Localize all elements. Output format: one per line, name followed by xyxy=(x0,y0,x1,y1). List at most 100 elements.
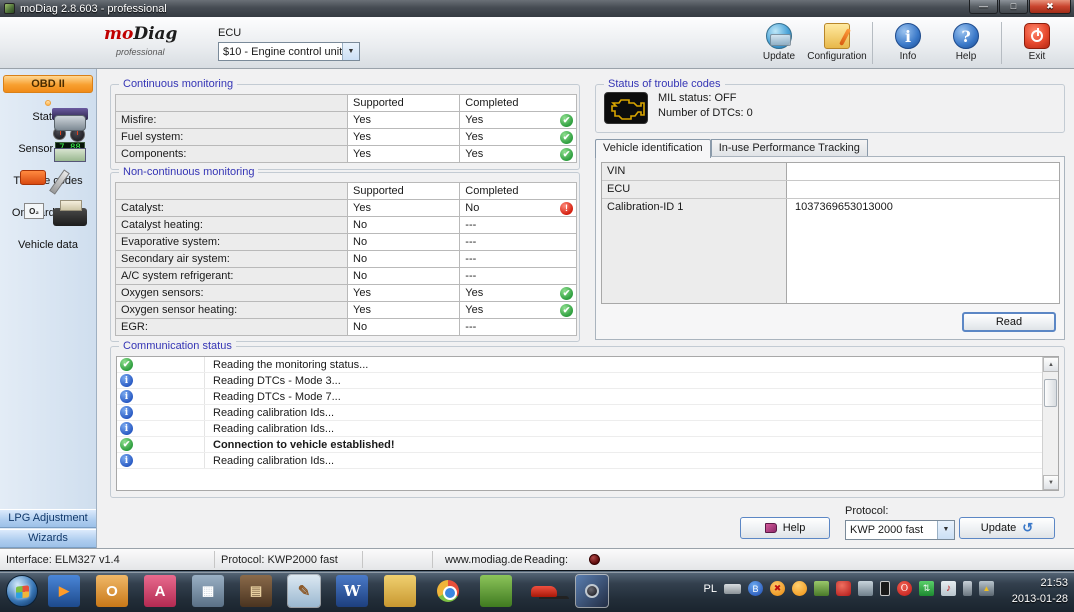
column-header-completed: Completed xyxy=(460,183,577,200)
language-indicator[interactable]: PL xyxy=(704,581,717,596)
scrollbar-thumb[interactable] xyxy=(1044,379,1057,407)
paint-icon[interactable]: ✎ xyxy=(288,575,320,607)
monitoring-row: Components: Yes Yes xyxy=(116,146,577,163)
bluetooth-icon[interactable]: B xyxy=(748,581,763,596)
green-app-icon[interactable] xyxy=(814,581,829,596)
chrome-icon[interactable] xyxy=(432,575,464,607)
statusbar-protocol: Protocol: KWP2000 fast xyxy=(215,551,363,568)
network-warning-icon[interactable]: ▲ xyxy=(979,581,994,596)
info-button[interactable]: i Info xyxy=(879,20,937,66)
close-button[interactable]: ✖ xyxy=(1029,0,1071,14)
modiag-window: moDiag 2.8.603 - professional — □ ✖ moDi… xyxy=(0,0,1074,612)
fuel-app-icon[interactable] xyxy=(480,575,512,607)
update-notifier-icon[interactable] xyxy=(792,581,807,596)
statusbar-reading-label: Reading: xyxy=(524,554,568,566)
chevron-down-icon[interactable]: ▼ xyxy=(937,521,954,539)
access-icon[interactable]: A xyxy=(144,575,176,607)
power-plug-icon[interactable] xyxy=(963,581,972,596)
log-status-icon xyxy=(120,390,133,403)
statusbar-interface: Interface: ELM327 v1.4 xyxy=(0,551,215,568)
statusbar-website: www.modiag.de xyxy=(445,554,523,566)
log-row: Reading calibration Ids... xyxy=(117,405,1058,421)
tab-vehicle-identification[interactable]: Vehicle identification xyxy=(595,139,711,158)
monitoring-row: Secondary air system: No --- xyxy=(116,251,577,268)
dtc-count-text: Number of DTCs: 0 xyxy=(658,106,753,121)
log-row: Reading the monitoring status... xyxy=(117,357,1058,373)
sidebar-button-lpg-adjustment[interactable]: LPG Adjustment xyxy=(0,509,96,528)
start-button[interactable] xyxy=(6,575,38,607)
group-title: Communication status xyxy=(119,340,236,352)
group-title: Non-continuous monitoring xyxy=(119,166,258,178)
trouble-codes-status-group: Status of trouble codes MIL status: OFF … xyxy=(595,84,1065,133)
non-continuous-monitoring-table: Supported Completed Catalyst: Yes No Cat… xyxy=(115,182,577,336)
explorer-icon[interactable] xyxy=(384,575,416,607)
protocol-dropdown-value: KWP 2000 fast xyxy=(846,524,937,536)
protocol-label: Protocol: xyxy=(845,505,888,517)
taskbar-clock[interactable]: 21:53 2013-01-28 xyxy=(1012,575,1068,607)
ecu-dropdown[interactable]: $10 - Engine control unit ▼ xyxy=(218,42,360,61)
keyboard-icon[interactable] xyxy=(724,584,741,594)
update-globe-icon xyxy=(766,23,792,49)
log-row: Reading calibration Ids... xyxy=(117,453,1058,469)
update-button[interactable]: Update xyxy=(750,20,808,66)
winrar-icon[interactable]: ▤ xyxy=(240,575,272,607)
maximize-button[interactable]: □ xyxy=(999,0,1028,14)
media-player-icon[interactable]: ▶ xyxy=(48,575,80,607)
battery-icon[interactable] xyxy=(880,581,890,596)
sidebar-item-trouble-codes[interactable]: Trouble codes xyxy=(0,161,96,187)
column-header-supported: Supported xyxy=(348,95,460,112)
scroll-down-icon[interactable]: ▼ xyxy=(1043,475,1059,490)
configuration-button[interactable]: Configuration xyxy=(808,20,866,66)
protocol-dropdown[interactable]: KWP 2000 fast ▼ xyxy=(845,520,955,540)
log-status-icon xyxy=(120,454,133,467)
vehicle-id-row: Calibration-ID 1 1037369653013000 xyxy=(602,199,1059,303)
log-row: Connection to vehicle established! xyxy=(117,437,1058,453)
help-bottom-button[interactable]: Help xyxy=(740,517,830,539)
opera-icon[interactable]: O xyxy=(897,581,912,596)
sidebar-button-wizards[interactable]: Wizards xyxy=(0,529,96,548)
log-row: Reading DTCs - Mode 7... xyxy=(117,389,1058,405)
continuous-monitoring-table: Supported Completed Misfire: Yes Yes Fue… xyxy=(115,94,577,163)
monitoring-row: Misfire: Yes Yes xyxy=(116,112,577,129)
group-title: Status of trouble codes xyxy=(604,78,725,90)
sidebar: OBD II Status 7,88 Sensor data Trouble c… xyxy=(0,69,97,548)
display-icon[interactable] xyxy=(858,581,873,596)
word-icon[interactable]: W xyxy=(336,575,368,607)
clock-date: 2013-01-28 xyxy=(1012,591,1068,607)
vertical-scrollbar[interactable]: ▲ ▼ xyxy=(1042,357,1058,490)
windows-flag-icon xyxy=(16,585,29,598)
minimize-button[interactable]: — xyxy=(969,0,998,14)
ecu-label: ECU xyxy=(218,27,360,39)
monitoring-row: Fuel system: Yes Yes xyxy=(116,129,577,146)
ecu-dropdown-value: $10 - Engine control unit xyxy=(219,46,342,58)
vehicle-id-row: VIN xyxy=(602,163,1059,181)
toolbar-separator xyxy=(1001,22,1002,64)
scroll-up-icon[interactable]: ▲ xyxy=(1043,357,1059,372)
volume-icon[interactable]: ♪ xyxy=(941,581,956,596)
car-app-icon[interactable] xyxy=(528,575,560,607)
window-title: moDiag 2.8.603 - professional xyxy=(20,3,167,15)
monitoring-row: Oxygen sensor heating: Yes Yes xyxy=(116,302,577,319)
outlook-icon[interactable]: O xyxy=(96,575,128,607)
help-button[interactable]: ? Help xyxy=(937,20,995,66)
read-button[interactable]: Read xyxy=(962,312,1056,332)
vehicle-identification-panel: VIN ECU Calibration-ID 1 103736965301300… xyxy=(595,156,1065,340)
sidebar-item-vehicle-data[interactable]: Vehicle data xyxy=(0,225,96,251)
log-status-icon xyxy=(120,438,133,451)
antivirus-icon[interactable] xyxy=(836,581,851,596)
network-traffic-icon[interactable]: ⇅ xyxy=(919,581,934,596)
title-bar[interactable]: moDiag 2.8.603 - professional — □ ✖ xyxy=(0,0,1074,17)
update-bottom-button[interactable]: Update ↺ xyxy=(959,517,1055,539)
chevron-down-icon[interactable]: ▼ xyxy=(342,43,359,60)
vehicle-id-table: VIN ECU Calibration-ID 1 103736965301300… xyxy=(601,162,1060,304)
monitoring-row: Catalyst: Yes No xyxy=(116,200,577,217)
exit-button[interactable]: Exit xyxy=(1008,20,1066,66)
blocked-notification-icon[interactable]: ✖ xyxy=(770,581,785,596)
communication-log-list[interactable]: Reading the monitoring status... Reading… xyxy=(116,356,1059,491)
calculator-icon[interactable]: ▦ xyxy=(192,575,224,607)
tab-in-use-performance-tracking[interactable]: In-use Performance Tracking xyxy=(711,139,868,157)
vehicle-id-tabstrip: Vehicle identification In-use Performanc… xyxy=(595,139,868,157)
sidebar-header-obd2[interactable]: OBD II xyxy=(3,75,93,93)
modiag-taskbar-icon[interactable] xyxy=(576,575,608,607)
group-title: Continuous monitoring xyxy=(119,78,237,90)
